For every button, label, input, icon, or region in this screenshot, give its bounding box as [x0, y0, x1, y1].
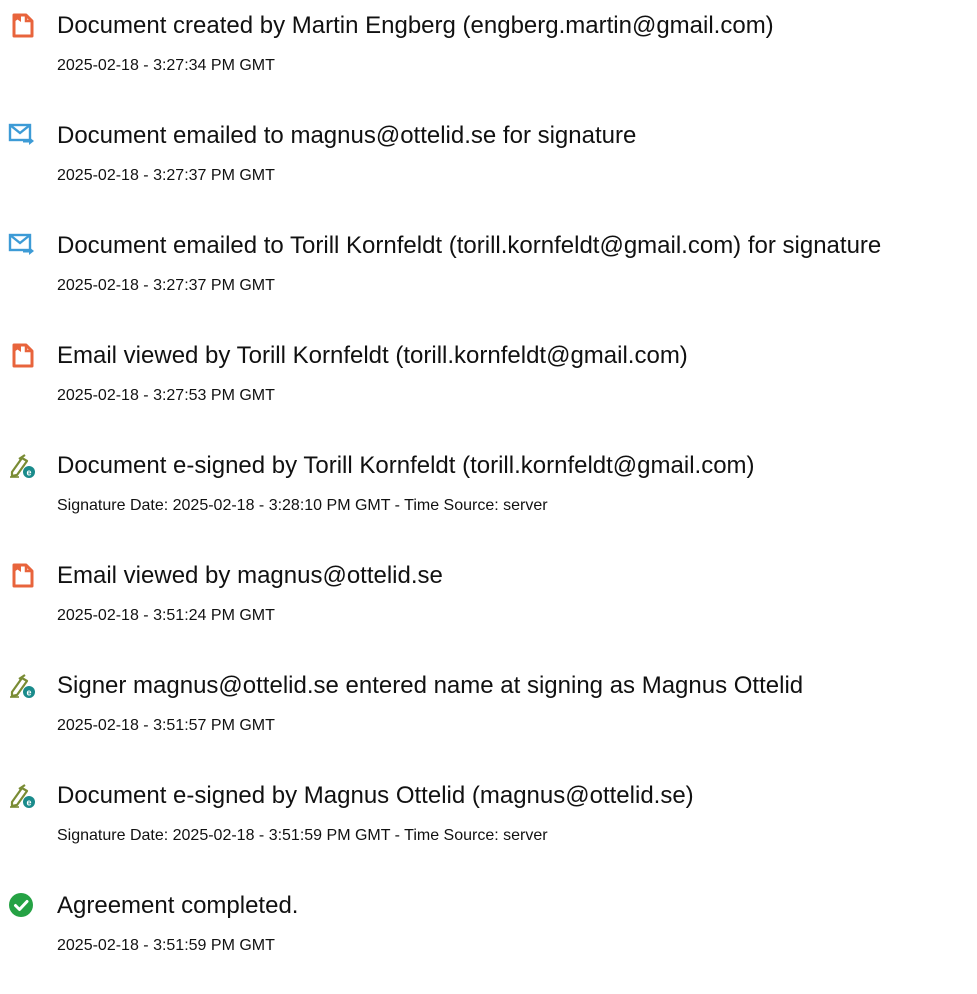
audit-event: Email viewed by magnus@ottelid.se 2025-0… [0, 550, 977, 660]
event-timestamp: 2025-02-18 - 3:51:24 PM GMT [57, 607, 275, 624]
audit-event: Document emailed to Torill Kornfeldt (to… [0, 220, 977, 330]
audit-event: e Signer magnus@ottelid.se entered name … [0, 660, 977, 770]
event-timestamp: 2025-02-18 - 3:27:37 PM GMT [57, 277, 275, 294]
event-title: Agreement completed. [57, 892, 299, 919]
document-viewed-icon [8, 341, 36, 369]
event-title: Signer magnus@ottelid.se entered name at… [57, 672, 804, 699]
event-title: Document emailed to magnus@ottelid.se fo… [57, 122, 637, 149]
svg-text:e: e [26, 798, 31, 808]
email-sent-icon [8, 231, 36, 259]
document-viewed-icon [8, 561, 36, 589]
event-timestamp: 2025-02-18 - 3:27:34 PM GMT [57, 57, 275, 74]
event-title: Document emailed to Torill Kornfeldt (to… [57, 232, 882, 259]
e-sign-icon: e [8, 781, 36, 809]
completed-check-icon [8, 891, 36, 919]
event-title: Document e-signed by Torill Kornfeldt (t… [57, 452, 755, 479]
event-timestamp: 2025-02-18 - 3:27:37 PM GMT [57, 167, 275, 184]
audit-event: Agreement completed. 2025-02-18 - 3:51:5… [0, 880, 977, 990]
audit-event: Document created by Martin Engberg (engb… [0, 0, 977, 110]
audit-event: Email viewed by Torill Kornfeldt (torill… [0, 330, 977, 440]
event-timestamp: 2025-02-18 - 3:51:57 PM GMT [57, 717, 275, 734]
e-sign-icon: e [8, 671, 36, 699]
event-timestamp: Signature Date: 2025-02-18 - 3:51:59 PM … [57, 827, 548, 844]
svg-text:e: e [26, 688, 31, 698]
document-created-icon [8, 11, 36, 39]
event-timestamp: 2025-02-18 - 3:51:59 PM GMT [57, 937, 275, 954]
svg-text:e: e [26, 468, 31, 478]
event-title: Email viewed by magnus@ottelid.se [57, 562, 443, 589]
event-title: Email viewed by Torill Kornfeldt (torill… [57, 342, 688, 369]
event-timestamp: Signature Date: 2025-02-18 - 3:28:10 PM … [57, 497, 548, 514]
audit-event: Document emailed to magnus@ottelid.se fo… [0, 110, 977, 220]
event-title: Document e-signed by Magnus Ottelid (mag… [57, 782, 694, 809]
audit-event: e Document e-signed by Torill Kornfeldt … [0, 440, 977, 550]
email-sent-icon [8, 121, 36, 149]
event-timestamp: 2025-02-18 - 3:27:53 PM GMT [57, 387, 275, 404]
event-title: Document created by Martin Engberg (engb… [57, 12, 774, 39]
audit-event: e Document e-signed by Magnus Ottelid (m… [0, 770, 977, 880]
e-sign-icon: e [8, 451, 36, 479]
